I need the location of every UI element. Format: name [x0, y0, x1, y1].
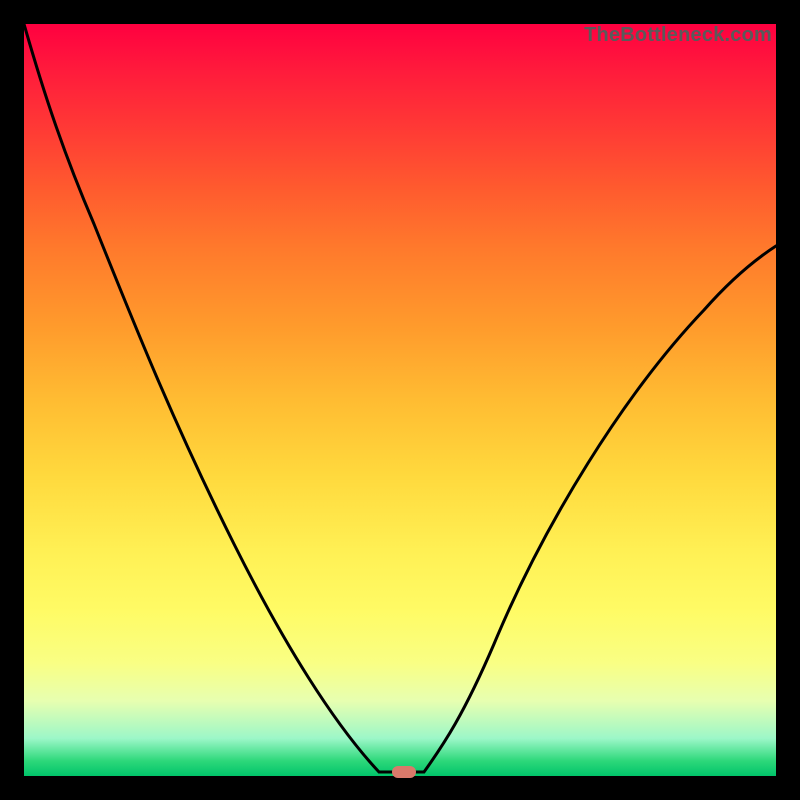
curve-path	[24, 24, 776, 772]
bottleneck-curve	[24, 24, 776, 776]
optimum-marker	[392, 766, 416, 778]
